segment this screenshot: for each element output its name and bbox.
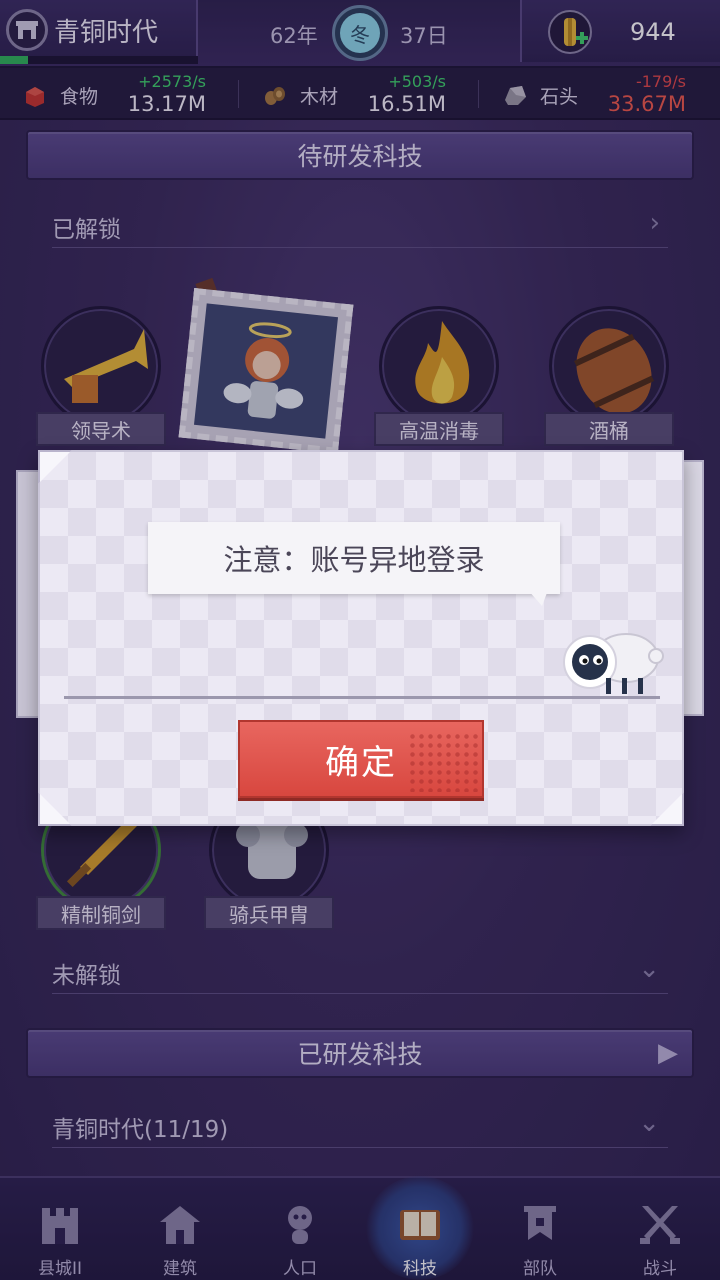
confirm-label: 确定 [325,742,397,783]
sheep-icon [563,633,664,694]
dialog-message: 注意：账号异地登录 [148,522,560,594]
divider [64,696,660,699]
paper-corner [38,450,72,484]
paper-corner [650,792,684,826]
alert-dialog: 注意：账号异地登录 确定 [38,450,684,826]
button-pattern [408,732,478,792]
paper-corner [38,792,72,826]
confirm-button[interactable]: 确定 [238,720,484,798]
speech-tail [528,590,548,606]
